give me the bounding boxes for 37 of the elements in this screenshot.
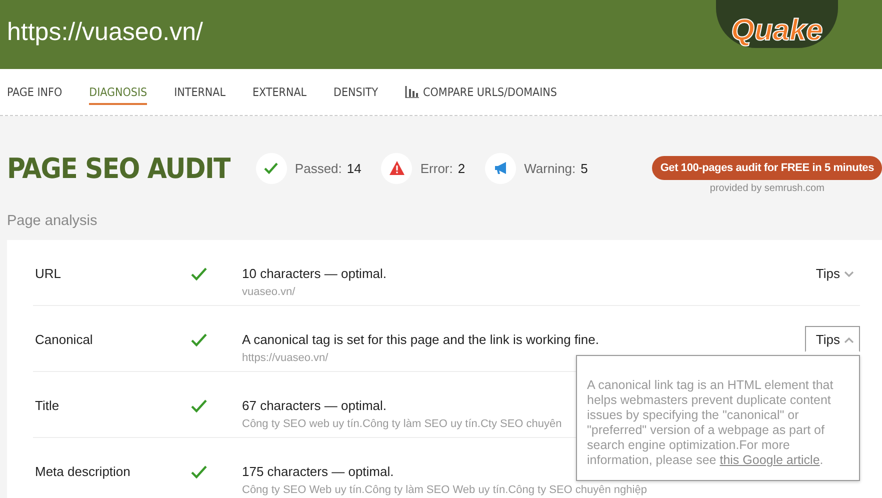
nav-tab[interactable]: PAGE INFO (7, 81, 62, 105)
result-text: 175 characters — optimal. (242, 464, 394, 479)
stat-label: Error: (420, 160, 453, 176)
result-text: 10 characters — optimal. (242, 266, 387, 281)
section-title: Page analysis (7, 212, 98, 231)
result-text: A canonical tag is set for this page and the link is working fine. (242, 332, 599, 347)
tip-text: A canonical link tag is an HTML element that helps webmasters prevent duplicate content issues by specifying the "canonical" or "preferred" version of a webpage as part of search engine optimization.For more information, please see this Google article. (587, 378, 834, 467)
stat-count: 2 (458, 160, 466, 176)
row-name: Canonical (34, 332, 94, 347)
row-name: Title (34, 398, 60, 413)
megaphone-icon (485, 152, 516, 184)
result-detail: vuaseo.vn/ (242, 286, 296, 298)
nav-tab[interactable]: COMPARE URLS/DOMAINS (405, 81, 557, 105)
promo-button[interactable]: Get 100-pages audit for FREE in 5 minutes (652, 156, 882, 180)
result-detail: https://vuaseo.vn/ (242, 352, 328, 364)
nav-tab[interactable]: DENSITY (334, 81, 378, 105)
page-url: https://vuaseo.vn/ (7, 18, 203, 47)
provided-by-text: provided by semrush.com (710, 183, 824, 194)
stat-label: Passed: (294, 160, 342, 176)
logo-drawing: Quake (716, 0, 838, 48)
chevron-down-icon (844, 270, 854, 276)
check-icon (256, 152, 287, 184)
google-article-link[interactable]: this Google article (720, 453, 820, 467)
nav-tab[interactable]: INTERNAL (174, 81, 226, 105)
stat-label: Warning: (524, 160, 576, 176)
page-title: PAGE SEO AUDIT (7, 152, 230, 184)
stat-count: 14 (346, 160, 362, 176)
result-text: 67 characters — optimal. (242, 398, 387, 413)
row-name: Meta description (34, 464, 132, 479)
chevron-up-icon (844, 336, 854, 342)
nav-tab[interactable]: EXTERNAL (252, 81, 307, 105)
result-detail: Công ty SEO web uy tín.Công ty làm SEO uy tín.Cty SEO chuyên (242, 418, 562, 430)
tips-toggle[interactable]: Tips (804, 326, 860, 352)
nav-tab[interactable]: DIAGNOSIS (89, 81, 148, 105)
row-name: URL (34, 266, 62, 281)
result-detail: Công ty SEO Web uy tín.Công ty làm SEO Web uy tín.Công ty SEO chuyên nghiệp (242, 484, 647, 496)
stat-count: 5 (580, 160, 588, 176)
